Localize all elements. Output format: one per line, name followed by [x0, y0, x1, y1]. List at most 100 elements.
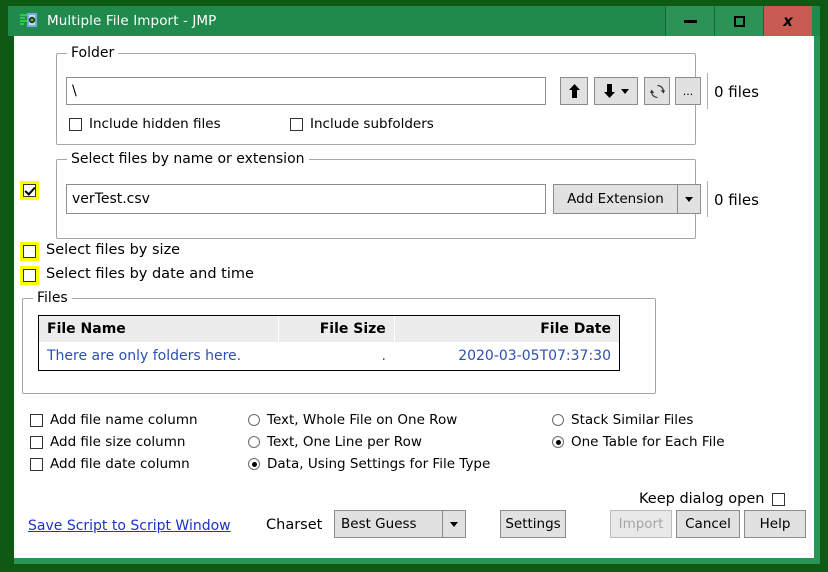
add-file-name-column-checkbox[interactable] — [30, 414, 43, 427]
include-hidden-files-checkbox[interactable] — [69, 118, 82, 131]
add-file-date-column-checkbox[interactable] — [30, 458, 43, 471]
window-controls: x — [665, 6, 812, 36]
name-filter-file-count: 0 files — [714, 191, 759, 209]
add-file-size-column-label: Add file size column — [50, 434, 185, 450]
import-mode-text-whole-file-radio[interactable] — [248, 414, 260, 426]
close-icon: x — [783, 14, 793, 29]
date-filter-highlight — [20, 266, 39, 285]
settings-button[interactable]: Settings — [500, 510, 566, 538]
column-header-file-date[interactable]: File Date — [395, 321, 619, 337]
help-button[interactable]: Help — [744, 510, 806, 538]
files-table-header: File Name File Size File Date — [39, 316, 619, 342]
date-filter-label: Select files by date and time — [46, 266, 254, 282]
name-filter-value: verTest.csv — [72, 191, 150, 207]
charset-dropdown-arrow[interactable] — [442, 511, 465, 537]
name-filter-input[interactable]: verTest.csv — [66, 184, 546, 214]
add-file-size-column-option[interactable]: Add file size column — [30, 434, 185, 450]
import-mode-text-one-line-label: Text, One Line per Row — [267, 434, 422, 450]
import-mode-text-whole-file-label: Text, Whole File on One Row — [267, 412, 457, 428]
charset-label: Charset — [266, 517, 322, 533]
cell-file-date: 2020-03-05T07:37:30 — [394, 348, 619, 364]
table-mode-one-table-radio[interactable] — [552, 436, 564, 448]
down-arrow-icon — [603, 84, 616, 98]
import-mode-text-whole-file-option[interactable]: Text, Whole File on One Row — [248, 412, 457, 428]
column-header-file-size[interactable]: File Size — [279, 321, 394, 337]
name-filter-count-separator — [707, 181, 708, 217]
add-file-name-column-label: Add file name column — [50, 412, 198, 428]
files-table[interactable]: File Name File Size File Date There are … — [38, 315, 620, 371]
window-frame-right — [814, 36, 820, 564]
application-window: Multiple File Import - JMP x Folder \ — [0, 0, 828, 572]
include-hidden-files-option[interactable]: Include hidden files — [69, 116, 221, 132]
refresh-icon — [650, 84, 665, 99]
name-filter-enable-checkbox[interactable] — [23, 184, 36, 197]
keep-dialog-open-label: Keep dialog open — [639, 491, 764, 507]
minimize-icon — [684, 20, 697, 23]
files-group-title: Files — [33, 290, 72, 306]
add-file-date-column-option[interactable]: Add file date column — [30, 456, 190, 472]
cancel-button-label: Cancel — [685, 516, 731, 532]
import-mode-text-one-line-radio[interactable] — [248, 436, 260, 448]
table-mode-one-table-label: One Table for Each File — [571, 434, 725, 450]
cell-file-name: There are only folders here. — [39, 348, 279, 364]
save-script-link[interactable]: Save Script to Script Window — [28, 518, 231, 534]
include-hidden-files-label: Include hidden files — [89, 116, 221, 132]
chevron-down-icon — [450, 522, 458, 527]
column-header-file-name[interactable]: File Name — [39, 321, 278, 337]
table-mode-stack-similar-label: Stack Similar Files — [571, 412, 693, 428]
folder-refresh-button[interactable] — [644, 77, 670, 105]
add-extension-dropdown-arrow[interactable] — [677, 185, 700, 213]
cell-file-size: . — [279, 348, 394, 364]
folder-file-count: 0 files — [714, 83, 759, 101]
import-button[interactable]: Import — [610, 510, 672, 538]
up-arrow-icon — [568, 84, 581, 98]
date-filter-checkbox[interactable] — [23, 269, 36, 282]
add-file-date-column-label: Add file date column — [50, 456, 190, 472]
folder-group-title: Folder — [67, 45, 118, 61]
folder-down-button[interactable] — [594, 77, 638, 105]
folder-count-separator — [707, 73, 708, 109]
folder-path-input[interactable]: \ — [66, 77, 546, 105]
charset-value: Best Guess — [335, 511, 442, 537]
import-mode-data-settings-label: Data, Using Settings for File Type — [267, 456, 490, 472]
table-mode-one-table-option[interactable]: One Table for Each File — [552, 434, 725, 450]
minimize-button[interactable] — [665, 6, 714, 36]
folder-up-button[interactable] — [560, 77, 588, 105]
folder-browse-button[interactable]: ... — [675, 77, 701, 105]
size-filter-highlight — [20, 242, 39, 261]
window-title: Multiple File Import - JMP — [47, 13, 216, 29]
help-button-label: Help — [760, 516, 791, 532]
keep-dialog-open-option[interactable]: Keep dialog open — [639, 491, 785, 507]
maximize-icon — [734, 16, 745, 27]
jmp-app-icon — [20, 12, 38, 30]
chevron-down-icon — [621, 89, 629, 94]
import-mode-data-settings-radio[interactable] — [248, 458, 260, 470]
charset-select[interactable]: Best Guess — [334, 510, 466, 538]
window-frame-bottom — [14, 558, 820, 564]
chevron-down-icon — [685, 197, 693, 202]
dialog-client-area: Folder \ ... 0 files Include hidden file… — [14, 36, 814, 558]
import-mode-text-one-line-option[interactable]: Text, One Line per Row — [248, 434, 422, 450]
import-mode-data-settings-option[interactable]: Data, Using Settings for File Type — [248, 456, 490, 472]
settings-button-label: Settings — [505, 516, 560, 532]
name-filter-enable-highlight — [20, 181, 39, 200]
add-file-name-column-option[interactable]: Add file name column — [30, 412, 198, 428]
add-file-size-column-checkbox[interactable] — [30, 436, 43, 449]
size-filter-checkbox[interactable] — [23, 245, 36, 258]
table-row[interactable]: There are only folders here. . 2020-03-0… — [39, 342, 619, 370]
include-subfolders-option[interactable]: Include subfolders — [290, 116, 434, 132]
table-mode-stack-similar-option[interactable]: Stack Similar Files — [552, 412, 693, 428]
cancel-button[interactable]: Cancel — [676, 510, 740, 538]
maximize-button[interactable] — [714, 6, 763, 36]
close-button[interactable]: x — [763, 6, 812, 36]
folder-path-value: \ — [72, 83, 77, 99]
keep-dialog-open-checkbox[interactable] — [772, 493, 785, 506]
add-extension-button[interactable]: Add Extension — [553, 184, 701, 214]
ellipsis-icon: ... — [683, 85, 694, 98]
add-extension-label: Add Extension — [554, 185, 677, 213]
include-subfolders-checkbox[interactable] — [290, 118, 303, 131]
import-button-label: Import — [619, 516, 664, 532]
title-bar[interactable]: Multiple File Import - JMP x — [8, 6, 820, 36]
include-subfolders-label: Include subfolders — [310, 116, 434, 132]
table-mode-stack-similar-radio[interactable] — [552, 414, 564, 426]
